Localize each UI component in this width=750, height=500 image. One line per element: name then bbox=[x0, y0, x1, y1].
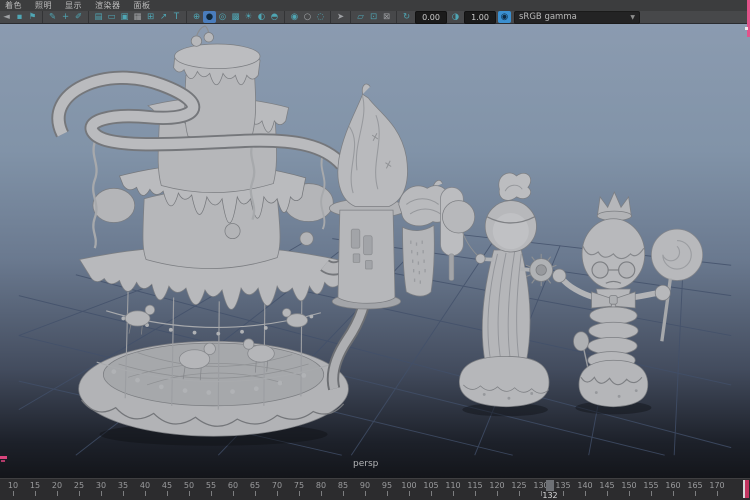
timeline-tick: 70 bbox=[268, 481, 286, 496]
occlusion-icon[interactable]: ◓ bbox=[268, 11, 281, 23]
timeline-tick: 155 bbox=[642, 481, 660, 496]
exposure-icon[interactable]: ↻ bbox=[396, 11, 413, 23]
hud-icon[interactable]: T bbox=[170, 11, 183, 23]
menu-show[interactable]: 显示 bbox=[65, 0, 82, 11]
timeline-tick: 60 bbox=[224, 481, 242, 496]
timeline-tick: 10 bbox=[4, 481, 22, 496]
timeline-tick: 105 bbox=[422, 481, 440, 496]
timeline-tick: 80 bbox=[312, 481, 330, 496]
default-material-icon[interactable]: ◎ bbox=[216, 11, 229, 23]
timeline-tick: 170 bbox=[708, 481, 726, 496]
chevron-down-icon: ▼ bbox=[630, 12, 635, 23]
resolution-gate-icon[interactable]: ▭ bbox=[105, 11, 118, 23]
xray-joints-icon[interactable]: ◌ bbox=[314, 11, 327, 23]
timeline-tick: 90 bbox=[356, 481, 374, 496]
viewport-toolbar: ◄▪⚑✎+✐▤▭▣▦⊞↗T⊕●◎▩☀◐◓◉○◌➤▱⊡⊠ ↻ ◑ ◉ sRGB g… bbox=[0, 11, 750, 24]
timeline-tick: 55 bbox=[202, 481, 220, 496]
timeline-tick: 140 bbox=[576, 481, 594, 496]
range-end-handle[interactable] bbox=[745, 480, 749, 498]
timeline-tick: 15 bbox=[26, 481, 44, 496]
viewport-scene bbox=[0, 24, 750, 478]
view-transform-dropdown[interactable]: sRGB gamma ▼ bbox=[514, 11, 640, 24]
timeline-tick: 30 bbox=[92, 481, 110, 496]
king-character-model[interactable] bbox=[553, 192, 703, 414]
timeline-tick: 125 bbox=[510, 481, 528, 496]
export-view-icon[interactable]: ⊠ bbox=[380, 11, 393, 23]
menu-renderer[interactable]: 渲染器 bbox=[95, 0, 121, 11]
grease-frame-icon[interactable]: + bbox=[59, 11, 72, 23]
viewport-menubar: 着色 照明 显示 渲染器 面板 bbox=[0, 0, 750, 11]
view-transform-icon[interactable]: ◉ bbox=[498, 11, 511, 23]
field-chart-icon[interactable]: ▦ bbox=[131, 11, 144, 23]
timeline-tick: 40 bbox=[136, 481, 154, 496]
camera-name-label[interactable]: persp bbox=[353, 459, 378, 469]
timeline-tick: 65 bbox=[246, 481, 264, 496]
timeline-tick: 95 bbox=[378, 481, 396, 496]
view-axis-marker bbox=[0, 456, 7, 459]
grease-erase-icon[interactable]: ✐ bbox=[72, 11, 85, 23]
timeline-tick: 120 bbox=[488, 481, 506, 496]
timeline-tick: 20 bbox=[48, 481, 66, 496]
image-plane-icon[interactable]: ⊡ bbox=[367, 11, 380, 23]
timeline-tick: 35 bbox=[114, 481, 132, 496]
textured-icon[interactable]: ▩ bbox=[229, 11, 242, 23]
menu-lighting[interactable]: 照明 bbox=[35, 0, 52, 11]
timeline-tick: 160 bbox=[664, 481, 682, 496]
timeline-tick: 115 bbox=[466, 481, 484, 496]
viewport-3d[interactable]: persp bbox=[0, 24, 750, 478]
smooth-shade-icon[interactable]: ● bbox=[203, 11, 216, 23]
timeline-tick: 150 bbox=[620, 481, 638, 496]
select-camera-icon[interactable]: ◄ bbox=[0, 11, 13, 23]
toolbar-icons: ◄▪⚑✎+✐▤▭▣▦⊞↗T⊕●◎▩☀◐◓◉○◌➤▱⊡⊠ bbox=[0, 11, 393, 24]
candy-tower-model[interactable] bbox=[329, 84, 407, 309]
safe-action-icon[interactable]: ⊞ bbox=[144, 11, 157, 23]
menu-shading[interactable]: 着色 bbox=[5, 0, 22, 11]
timeline-tick: 165 bbox=[686, 481, 704, 496]
current-frame-label: 132 bbox=[541, 491, 559, 500]
menu-panels[interactable]: 面板 bbox=[134, 0, 151, 11]
timeline-tick: 75 bbox=[290, 481, 308, 496]
gamma-icon[interactable]: ◑ bbox=[449, 11, 462, 23]
snapshot-icon[interactable]: ▱ bbox=[350, 11, 367, 23]
select-tool-icon[interactable]: ➤ bbox=[330, 11, 347, 23]
isolate-select-icon[interactable]: ◉ bbox=[284, 11, 301, 23]
bookmark-icon[interactable]: ⚑ bbox=[26, 11, 39, 23]
timeline-tick: 110 bbox=[444, 481, 462, 496]
timeline-tick: 45 bbox=[158, 481, 176, 496]
use-all-lights-icon[interactable]: ☀ bbox=[242, 11, 255, 23]
view-transform-value: sRGB gamma bbox=[519, 12, 577, 23]
timeline-tick: 85 bbox=[334, 481, 352, 496]
exposure-field[interactable] bbox=[415, 11, 447, 24]
lock-camera-icon[interactable]: ▪ bbox=[13, 11, 26, 23]
timeline-tick: 25 bbox=[70, 481, 88, 496]
cake-carousel-model[interactable] bbox=[79, 26, 349, 446]
gamma-field[interactable] bbox=[464, 11, 496, 24]
pan-zoom-icon[interactable]: ↗ bbox=[157, 11, 170, 23]
shadows-icon[interactable]: ◐ bbox=[255, 11, 268, 23]
view-axis-marker-2 bbox=[1, 460, 5, 462]
timeline-tick: 100 bbox=[400, 481, 418, 496]
side-highlight-notch bbox=[745, 27, 748, 30]
timeline-ruler: 10 15 20 25 30 35 bbox=[4, 481, 726, 496]
xray-icon[interactable]: ○ bbox=[301, 11, 314, 23]
grease-pencil-icon[interactable]: ✎ bbox=[42, 11, 59, 23]
film-gate-icon[interactable]: ▤ bbox=[88, 11, 105, 23]
wireframe-icon[interactable]: ⊕ bbox=[186, 11, 203, 23]
timeline-tick: 50 bbox=[180, 481, 198, 496]
timeline-tick: 145 bbox=[598, 481, 616, 496]
timeline-playhead[interactable] bbox=[546, 480, 554, 491]
gate-mask-icon[interactable]: ▣ bbox=[118, 11, 131, 23]
time-slider[interactable]: 10 15 20 25 30 35 bbox=[0, 478, 750, 500]
